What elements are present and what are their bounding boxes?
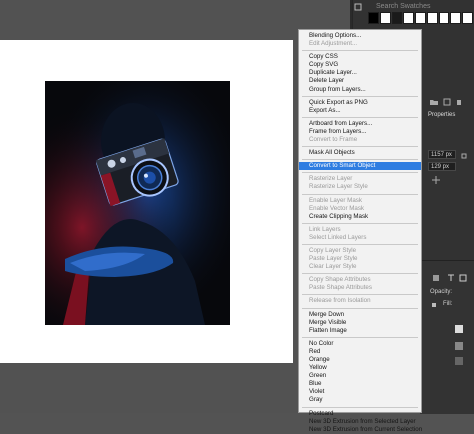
menu-item[interactable]: Orange	[299, 356, 421, 364]
menu-item[interactable]: New 3D Extrusion from Selected Layer	[299, 418, 421, 426]
menu-item[interactable]: Mask All Objects	[299, 149, 421, 157]
menu-item[interactable]: Merge Down	[299, 311, 421, 319]
menu-item[interactable]: Artboard from Layers...	[299, 120, 421, 128]
menu-separator	[302, 307, 418, 309]
trash-icon[interactable]	[455, 98, 463, 106]
swatch[interactable]	[379, 12, 391, 24]
menu-separator	[302, 159, 418, 161]
menu-item[interactable]: Merge Visible	[299, 319, 421, 327]
menu-item[interactable]: Blue	[299, 380, 421, 388]
menu-item: Paste Shape Attributes	[309, 284, 372, 292]
menu-separator	[302, 336, 418, 338]
fill-label: Fill:	[443, 301, 453, 307]
lock-icon[interactable]	[430, 300, 438, 308]
swatch-search-input[interactable]: Search Swatches	[376, 3, 430, 10]
menu-item[interactable]: Delete Layer	[299, 77, 421, 85]
menu-item[interactable]: Duplicate Layer...	[299, 69, 421, 77]
menu-item[interactable]: Violet	[299, 388, 421, 396]
swatch-panel-icon[interactable]	[354, 3, 362, 11]
menu-item[interactable]: Frame from Layers...	[299, 128, 421, 136]
swatch[interactable]	[391, 12, 403, 24]
swatch[interactable]	[426, 12, 438, 24]
menu-item[interactable]: Blending Options...	[299, 32, 421, 40]
menu-item: Edit Adjustment...	[309, 40, 358, 48]
menu-separator	[302, 222, 418, 224]
menu-separator	[302, 193, 418, 195]
menu-item: Rasterize Layer Style	[309, 183, 368, 191]
menu-item: Select Linked Layers	[309, 233, 367, 241]
layer-thumbnail-icon	[455, 357, 463, 365]
menu-item: Enable Vector Mask	[309, 204, 365, 212]
menu-item[interactable]: Gray	[299, 396, 421, 404]
new-swatch-icon[interactable]	[443, 98, 451, 106]
menu-item: Link Layers	[309, 225, 341, 233]
photo-layer[interactable]	[45, 81, 230, 325]
swatch[interactable]	[368, 12, 379, 24]
menu-item: Rasterize Layer	[309, 175, 353, 183]
image-filter-icon[interactable]	[432, 274, 440, 282]
menu-separator	[302, 95, 418, 97]
menu-separator	[302, 172, 418, 174]
swatch[interactable]	[415, 12, 426, 24]
menu-item: Clear Layer Style	[309, 263, 357, 271]
menu-separator	[302, 243, 418, 245]
link-icon[interactable]	[460, 152, 468, 160]
shape-filter-icon[interactable]	[459, 274, 467, 282]
menu-item: Release from Isolation	[309, 297, 371, 305]
menu-item[interactable]: Red	[299, 348, 421, 356]
menu-item[interactable]: Copy SVG	[299, 61, 421, 69]
swatches-row	[368, 12, 474, 24]
menu-separator	[302, 146, 418, 148]
menu-item[interactable]: Create Clipping Mask	[299, 213, 421, 221]
swatch[interactable]	[462, 12, 474, 24]
menu-separator	[302, 50, 418, 52]
menu-item[interactable]: Flatten Image	[299, 327, 421, 335]
photo-image	[45, 81, 230, 325]
menu-separator	[302, 116, 418, 118]
menu-item[interactable]: Copy CSS	[299, 53, 421, 61]
folder-icon[interactable]	[430, 98, 438, 106]
menu-item: Convert to Frame	[309, 136, 358, 144]
layers-panel	[420, 260, 474, 414]
type-filter-icon[interactable]	[447, 274, 455, 282]
properties-tab[interactable]: Properties	[428, 112, 455, 118]
swatch[interactable]	[450, 12, 462, 24]
menu-item[interactable]: Group from Layers...	[299, 86, 421, 94]
menu-item[interactable]: Green	[299, 372, 421, 380]
opacity-label: Opacity:	[430, 289, 453, 295]
layer-thumbnail-icon	[455, 342, 463, 350]
menu-item[interactable]: Postcard	[299, 410, 421, 418]
height-field[interactable]: 129 px	[428, 162, 456, 171]
menu-item: Copy Shape Attributes	[309, 276, 371, 284]
swatch[interactable]	[403, 12, 415, 24]
menu-item[interactable]: Quick Export as PNG	[299, 99, 421, 107]
menu-item[interactable]: Export As...	[299, 107, 421, 115]
menu-item[interactable]: No Color	[299, 340, 421, 348]
menu-separator	[302, 273, 418, 275]
swatch[interactable]	[438, 12, 450, 24]
menu-separator	[302, 406, 418, 408]
menu-item: Copy Layer Style	[309, 246, 357, 254]
menu-item: Enable Layer Mask	[309, 196, 362, 204]
layer-thumbnail-icon	[455, 325, 463, 333]
menu-item[interactable]: New 3D Extrusion from Current Selection	[299, 426, 422, 434]
menu-item[interactable]: Convert to Smart Object	[299, 162, 421, 171]
menu-item[interactable]: Yellow	[299, 364, 421, 372]
menu-item: Paste Layer Style	[309, 255, 358, 263]
layer-context-menu: Blending Options... Edit Adjustment... Cop…	[298, 29, 422, 433]
menu-separator	[302, 294, 418, 296]
transform-icon[interactable]	[432, 176, 440, 184]
width-field[interactable]: 1157 px	[428, 150, 456, 159]
